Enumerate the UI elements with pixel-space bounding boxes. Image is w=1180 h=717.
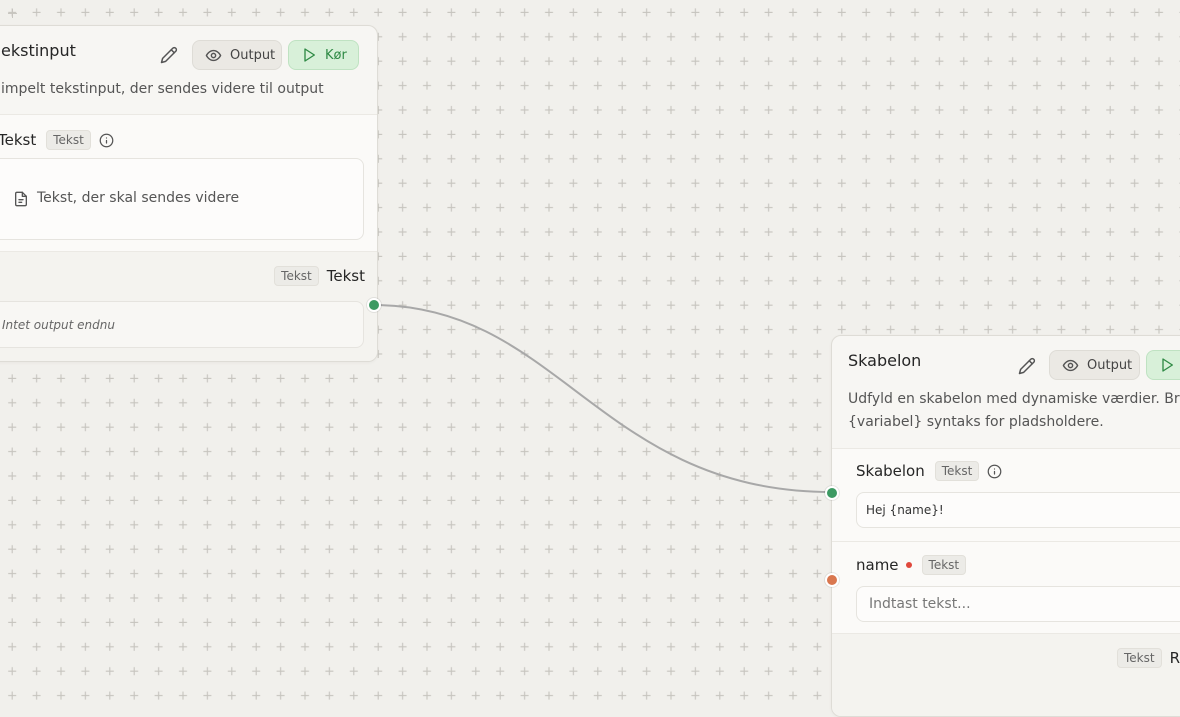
output-section: Tekst Re [832, 633, 1180, 716]
input-label-row: Tekst Tekst [0, 130, 114, 150]
text-input-node[interactable]: ekstinput Output Kør impelt tekstinput, … [0, 25, 378, 362]
type-tag: Tekst [934, 461, 980, 481]
template-node[interactable]: Skabelon Output Udfyld en skabelon med d… [831, 335, 1180, 717]
node-title: ekstinput [1, 41, 76, 60]
connection-edge[interactable] [373, 304, 833, 493]
eye-icon [205, 47, 222, 64]
run-button-label: Kør [325, 47, 347, 63]
input-section: Tekst Tekst Tekst, der skal sendes vider… [0, 114, 377, 252]
node-description: impelt tekstinput, der sendes videre til… [1, 81, 324, 97]
template-label-row: Skabelon Tekst [856, 461, 1002, 481]
name-label: name [856, 556, 899, 574]
template-input-port[interactable] [825, 486, 839, 500]
node-title: Skabelon [848, 351, 922, 370]
text-output-port[interactable] [367, 298, 381, 312]
description-line: {variabel} syntaks for pladsholdere. [848, 414, 1104, 430]
file-text-icon [13, 191, 29, 211]
required-indicator [905, 562, 912, 568]
info-icon[interactable] [987, 464, 1002, 479]
name-input[interactable] [856, 586, 1180, 622]
name-field-section: name Tekst [832, 541, 1180, 634]
output-label-row: Tekst Tekst [274, 266, 365, 286]
run-button[interactable]: Kør [288, 40, 359, 70]
play-icon [301, 47, 317, 63]
node-description: Udfyld en skabelon med dynamiske værdier… [848, 388, 1180, 434]
output-button-label: Output [230, 47, 276, 63]
output-button[interactable]: Output [1049, 350, 1140, 380]
output-label: Re [1169, 649, 1180, 667]
output-label: Tekst [326, 267, 365, 285]
play-icon [1159, 357, 1175, 373]
output-section: Tekst Tekst Intet output endnu [0, 251, 377, 361]
output-preview: Intet output endnu [0, 301, 364, 348]
template-textarea[interactable]: Hej {name}! [856, 492, 1180, 528]
run-button[interactable] [1146, 350, 1180, 380]
info-icon[interactable] [99, 133, 114, 148]
name-label-row: name Tekst [856, 555, 967, 575]
name-input-port[interactable] [825, 573, 839, 587]
output-button-label: Output [1087, 357, 1133, 373]
node-header: ekstinput Output Kør [0, 26, 377, 84]
flow-canvas[interactable]: ekstinput Output Kør impelt tekstinput, … [0, 0, 1180, 717]
template-field-section: Skabelon Tekst Hej {name}! [832, 448, 1180, 542]
output-button[interactable]: Output [192, 40, 282, 70]
pencil-icon[interactable] [160, 46, 178, 68]
text-input-area[interactable]: Tekst, der skal sendes videre [0, 158, 364, 240]
input-label: Tekst [0, 131, 37, 149]
type-tag: Tekst [1117, 648, 1162, 668]
template-value: Hej {name}! [866, 503, 944, 517]
empty-output-text: Intet output endnu [2, 318, 115, 332]
type-tag: Tekst [274, 266, 319, 286]
pencil-icon[interactable] [1018, 357, 1036, 379]
node-header: Skabelon Output [832, 336, 1180, 394]
input-placeholder: Tekst, der skal sendes videre [37, 190, 240, 206]
description-line: Udfyld en skabelon med dynamiske værdier… [848, 391, 1180, 407]
eye-icon [1062, 357, 1079, 374]
type-tag: Tekst [46, 130, 91, 150]
output-label-row: Tekst Re [1117, 648, 1180, 668]
type-tag: Tekst [921, 555, 967, 575]
template-label: Skabelon [856, 462, 925, 480]
